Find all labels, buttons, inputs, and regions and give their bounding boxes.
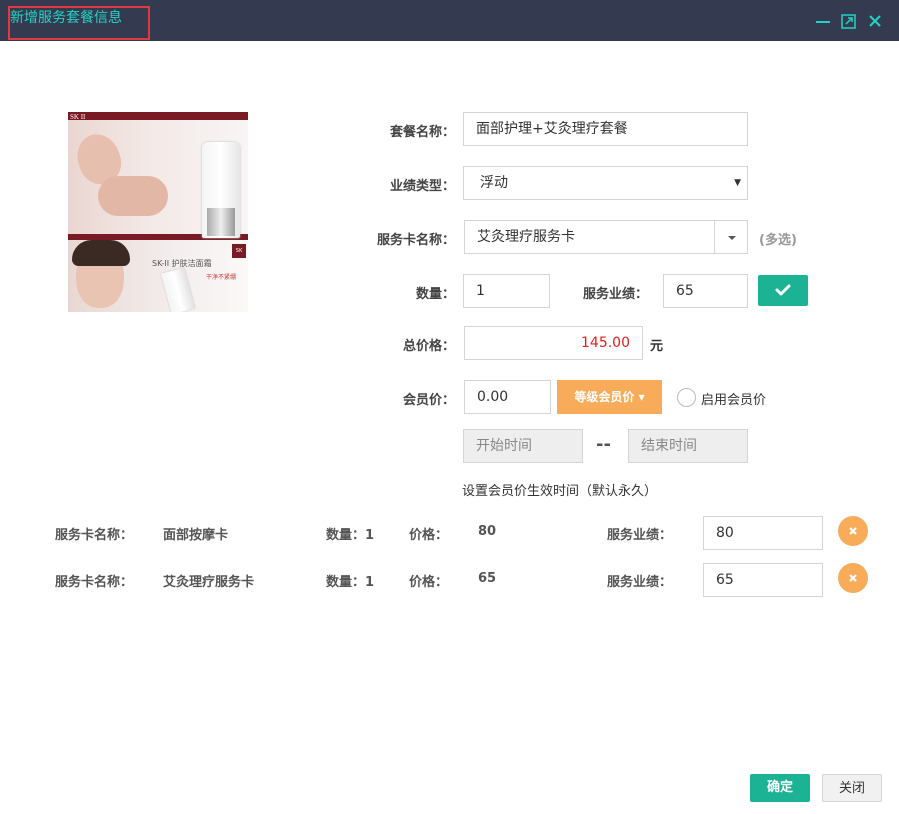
card-perf-label: 服务业绩：: [607, 575, 673, 590]
end-time-input[interactable]: 结束时间: [628, 429, 748, 463]
dialog-title: 新增服务套餐信息: [10, 10, 122, 26]
service-card-combobox[interactable]: 艾灸理疗服务卡: [464, 220, 748, 254]
close-button[interactable]: 关闭: [822, 774, 882, 802]
start-time-input[interactable]: 开始时间: [463, 429, 583, 463]
time-separator: --: [596, 434, 611, 455]
brand-logo: SK II: [70, 113, 86, 121]
remove-card-button[interactable]: [838, 563, 868, 593]
price-unit: 元: [650, 339, 664, 354]
caret-down-icon: ▾: [634, 390, 645, 404]
close-icon[interactable]: [866, 12, 884, 30]
time-hint: 设置会员价生效时间（默认永久）: [462, 484, 658, 499]
level-member-price-button[interactable]: 等级会员价 ▾: [557, 380, 662, 414]
remove-icon: [849, 527, 857, 535]
product-image-top: SK II: [68, 112, 248, 240]
product-subcaption: 干净不紧绷: [206, 274, 237, 281]
product-image-bottom: SK-II 护肤洁面霜 干净不紧绷 SK: [68, 240, 248, 312]
maximize-icon[interactable]: [840, 12, 858, 30]
service-card-label: 服务卡名称：: [376, 233, 455, 248]
remove-icon: [849, 574, 857, 582]
perf-type-label: 业绩类型：: [389, 179, 455, 194]
dialog-titlebar: 新增服务套餐信息: [0, 0, 899, 41]
remove-card-button[interactable]: [838, 516, 868, 546]
combo-dropdown-button[interactable]: [714, 220, 748, 254]
add-card-button[interactable]: [758, 275, 808, 306]
multi-select-hint: (多选): [759, 233, 797, 248]
select-arrow-icon: ▼: [734, 178, 741, 188]
card-perf-input[interactable]: 65: [703, 563, 823, 597]
card-name-label: 服务卡名称：: [55, 528, 134, 543]
service-perf-input[interactable]: 65: [663, 274, 748, 308]
card-price: 80: [478, 524, 497, 539]
card-perf-input[interactable]: 80: [703, 516, 823, 550]
total-price-input[interactable]: 145.00: [464, 326, 643, 360]
service-perf-label: 服务业绩：: [582, 287, 648, 302]
enable-member-price-label: 启用会员价: [701, 393, 767, 408]
perf-type-select[interactable]: 浮动 ▼: [463, 166, 748, 200]
enable-member-price-radio[interactable]: [677, 388, 696, 407]
quantity-input[interactable]: 1: [463, 274, 550, 308]
member-price-input[interactable]: 0.00: [464, 380, 551, 414]
package-name-input[interactable]: 面部护理+艾灸理疗套餐: [463, 112, 748, 146]
minimize-icon[interactable]: [814, 12, 832, 30]
total-price-label: 总价格：: [402, 339, 455, 354]
product-image: SK II SK-II 护肤洁面霜 干净不紧绷 SK: [68, 112, 248, 312]
card-price: 65: [478, 571, 497, 586]
card-price-label: 价格：: [409, 575, 449, 590]
quantity-label: 数量：: [415, 287, 455, 302]
perf-type-value: 浮动: [480, 175, 508, 191]
card-name: 面部按摩卡: [163, 528, 229, 543]
confirm-button[interactable]: 确定: [750, 774, 810, 802]
caret-down-icon: [728, 236, 736, 240]
member-price-label: 会员价：: [402, 393, 455, 408]
level-member-price-label: 等级会员价: [574, 390, 635, 404]
card-perf-label: 服务业绩：: [607, 528, 673, 543]
brand-badge: SK: [232, 244, 246, 258]
card-name-label: 服务卡名称：: [55, 575, 134, 590]
card-qty: 数量：1: [326, 528, 375, 543]
package-name-label: 套餐名称：: [389, 125, 455, 140]
card-price-label: 价格：: [409, 528, 449, 543]
card-name: 艾灸理疗服务卡: [163, 575, 255, 590]
check-icon: [775, 284, 791, 296]
card-qty: 数量：1: [326, 575, 375, 590]
service-card-value: 艾灸理疗服务卡: [477, 229, 575, 245]
